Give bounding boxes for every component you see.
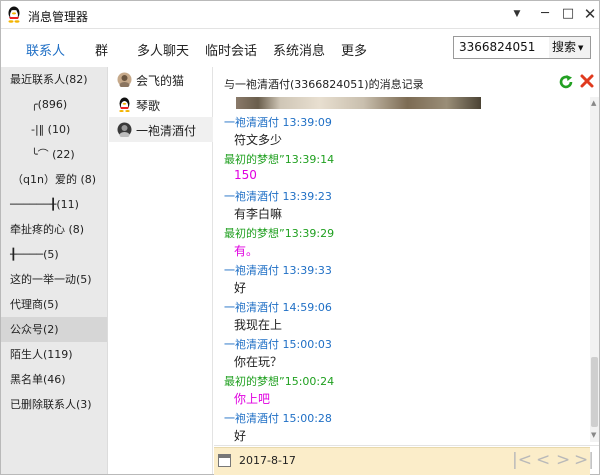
- next-page-button[interactable]: >: [556, 451, 570, 469]
- contact-item[interactable]: 琴歌: [109, 92, 213, 117]
- contact-list: 会飞的猫 琴歌 一袍清酒付: [109, 67, 213, 474]
- contact-name: 会飞的猫: [136, 74, 185, 88]
- sidebar-item-group[interactable]: 牵扯疼的心 (8): [1, 217, 107, 242]
- title-bar[interactable]: 消息管理器 ▼ ─ □ ✕: [1, 1, 599, 29]
- chat-footer: 2017-8-17 |< < > >|: [214, 445, 599, 474]
- tab-groups[interactable]: 群: [95, 40, 108, 59]
- sidebar-item-deleted-contacts[interactable]: 已删除联系人(3): [1, 392, 107, 417]
- prev-page-button[interactable]: <: [536, 451, 550, 469]
- message-text: 好: [234, 429, 247, 443]
- tab-temp-session[interactable]: 临时会话: [205, 40, 257, 59]
- refresh-icon[interactable]: [558, 74, 574, 90]
- sidebar-item-group[interactable]: （q1n）爱的 (8): [1, 167, 107, 192]
- scroll-down-icon[interactable]: ▼: [591, 431, 596, 439]
- sidebar-item-agents[interactable]: 代理商(5): [1, 292, 107, 317]
- message-header: 一袍清酒付 13:39:33: [224, 264, 332, 277]
- message-text: 符文多少: [234, 133, 283, 147]
- message-text: 好: [234, 281, 247, 295]
- tab-multi-chat[interactable]: 多人聊天: [137, 40, 189, 59]
- window-title: 消息管理器: [28, 10, 89, 24]
- minimize-button[interactable]: ─: [534, 4, 556, 24]
- message-header: 一袍清酒付 15:00:28: [224, 412, 332, 425]
- message-header: 一袍清酒付 13:39:09: [224, 116, 332, 129]
- message-text: 有。: [234, 244, 259, 258]
- sidebar-item-public-accounts[interactable]: 公众号(2): [1, 317, 107, 342]
- tab-contacts[interactable]: 联系人: [26, 40, 65, 59]
- sidebar-item-recent[interactable]: 最近联系人(82): [1, 67, 107, 92]
- message-header: 最初的梦想”13:39:14: [224, 153, 335, 166]
- delete-icon[interactable]: [579, 73, 595, 89]
- sidebar-item-group[interactable]: ╂────(5): [1, 242, 107, 267]
- last-page-button[interactable]: >|: [574, 451, 594, 469]
- message-manager-window: 消息管理器 ▼ ─ □ ✕ 联系人 群 多人聊天 临时会话 系统消息 更多 33…: [0, 0, 600, 475]
- contact-group-sidebar: 最近联系人(82) ╭(896) -|‖ (10) ╰⌒ (22) （q1n）爱…: [1, 67, 108, 474]
- maximize-button[interactable]: □: [557, 4, 579, 24]
- chat-header: 与一袍清酒付(3366824051)的消息记录: [214, 67, 599, 95]
- message-text: 150: [234, 168, 257, 182]
- message-header: 一袍清酒付 13:39:23: [224, 190, 332, 203]
- search-button-label: 搜索: [552, 40, 577, 54]
- tab-more[interactable]: 更多: [341, 40, 367, 59]
- search-input[interactable]: 3366824051: [453, 36, 550, 59]
- sidebar-item-group[interactable]: ──────╂(11): [1, 192, 107, 217]
- message-header: 一袍清酒付 15:00:03: [224, 338, 332, 351]
- contact-name: 一袍清酒付: [136, 124, 197, 138]
- scroll-up-icon[interactable]: ▲: [591, 99, 596, 107]
- sidebar-item-blacklist[interactable]: 黑名单(46): [1, 367, 107, 392]
- avatar-photo-icon: [117, 72, 132, 87]
- sidebar-item-group[interactable]: ╭(896): [1, 92, 107, 117]
- message-header: 最初的梦想”15:00:24: [224, 375, 335, 388]
- close-button[interactable]: ✕: [579, 4, 600, 24]
- qq-penguin-icon: [8, 6, 20, 23]
- tab-system-messages[interactable]: 系统消息: [273, 40, 325, 59]
- message-header: 最初的梦想”13:39:29: [224, 227, 335, 240]
- message-text: 你在玩？: [234, 355, 283, 369]
- chat-scrollbar[interactable]: ▲ ▼: [590, 97, 599, 442]
- message-text: 我现在上: [234, 318, 283, 332]
- contact-item[interactable]: 一袍清酒付: [109, 117, 213, 142]
- calendar-icon[interactable]: [218, 454, 231, 467]
- avatar-photo-icon: [117, 122, 132, 137]
- message-text: 你上吧: [234, 392, 271, 406]
- chevron-down-icon: ▼: [578, 44, 584, 52]
- search-button[interactable]: 搜索 ▼: [549, 36, 591, 59]
- contact-item[interactable]: 会飞的猫: [109, 67, 213, 92]
- message-text: 有李白嘛: [234, 207, 283, 221]
- message-header: 一袍清酒付 14:59:06: [224, 301, 332, 314]
- qq-penguin-icon: [119, 97, 130, 112]
- dropdown-menu-button[interactable]: ▼: [506, 4, 528, 24]
- image-message-thumbnail[interactable]: [236, 97, 481, 109]
- chat-history-panel: 与一袍清酒付(3366824051)的消息记录 一袍清酒付 13:39:09 符…: [214, 67, 599, 475]
- contact-name: 琴歌: [136, 99, 161, 113]
- first-page-button[interactable]: |<: [512, 451, 532, 469]
- date-label: 2017-8-17: [239, 454, 296, 467]
- scrollbar-thumb[interactable]: [591, 357, 598, 427]
- chat-title: 与一袍清酒付(3366824051)的消息记录: [224, 78, 424, 91]
- sidebar-item-group[interactable]: 这的一举一动(5): [1, 267, 107, 292]
- sidebar-item-group[interactable]: -|‖ (10): [1, 117, 107, 142]
- sidebar-item-strangers[interactable]: 陌生人(119): [1, 342, 107, 367]
- sidebar-item-group[interactable]: ╰⌒ (22): [1, 142, 107, 167]
